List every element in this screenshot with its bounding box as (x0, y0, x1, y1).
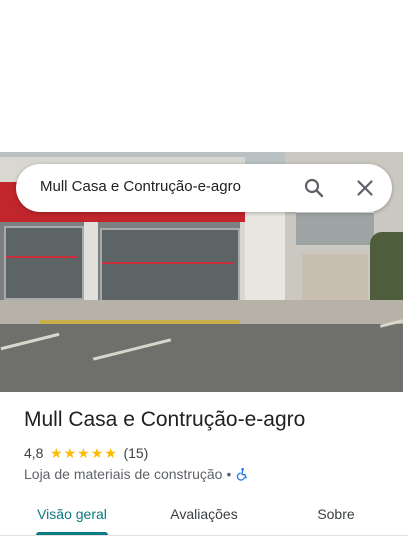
top-blank-area (0, 0, 408, 152)
tab-about[interactable]: Sobre (296, 496, 376, 532)
review-count[interactable]: (15) (123, 445, 148, 461)
tab-reviews[interactable]: Avaliações (148, 496, 260, 532)
photo-window (4, 226, 84, 300)
photo-balcony (296, 210, 374, 245)
tab-bar: Visão geral Avaliações Sobre (0, 496, 408, 544)
search-icon[interactable] (302, 176, 326, 200)
rating-value: 4,8 (24, 445, 44, 461)
rating-row[interactable]: 4,8 ★ ★ ★ ★ ★ (15) (24, 444, 148, 462)
tab-overview[interactable]: Visão geral (24, 496, 120, 532)
close-icon[interactable] (353, 176, 377, 200)
photo-window (100, 228, 240, 306)
search-input[interactable]: Mull Casa e Contrução-e-agro (40, 178, 290, 195)
category-row: Loja de materiais de construção • (24, 464, 249, 484)
separator-dot: • (226, 466, 232, 482)
place-title: Mull Casa e Contrução-e-agro (24, 408, 306, 431)
search-bar[interactable]: Mull Casa e Contrução-e-agro (16, 164, 392, 212)
star-icon: ★ (90, 445, 104, 461)
photo-red-stripe (6, 256, 78, 258)
tabs-divider (0, 535, 408, 536)
photo-road (0, 324, 403, 392)
star-icon: ★ (63, 445, 77, 461)
star-icon: ★ (49, 445, 63, 461)
photo-garage-door (302, 254, 368, 302)
photo-side-wall (245, 210, 285, 310)
wheelchair-accessible-icon (235, 467, 249, 481)
photo-red-stripe (102, 262, 234, 264)
place-category: Loja de materiais de construção (24, 466, 223, 482)
rating-stars: ★ ★ ★ ★ ★ (49, 446, 117, 460)
star-icon: ★ (77, 445, 90, 461)
photo-pillar (84, 222, 98, 306)
star-icon: ★ (104, 445, 117, 461)
